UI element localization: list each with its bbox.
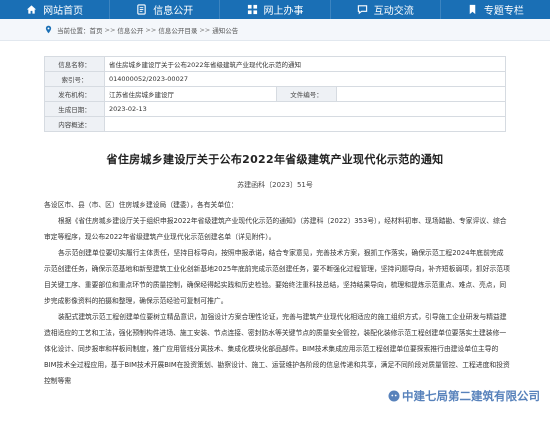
nav-item-services[interactable]: 网上办事 <box>220 0 331 19</box>
breadcrumb-separator: >> <box>104 25 116 34</box>
grid-icon <box>247 4 258 15</box>
document-icon <box>136 4 147 15</box>
nav-item-label: 专题专栏 <box>483 6 524 17</box>
location-icon <box>45 25 52 34</box>
label-date: 生成日期： <box>44 101 105 117</box>
value-publisher: 江苏省住房城乡建设厅 <box>104 86 277 102</box>
label-name: 信息名称： <box>44 56 105 72</box>
value-summary <box>104 116 506 132</box>
label-docno: 文件编号： <box>276 86 337 102</box>
top-nav: 网站首页 信息公开 网上办事 互动交流 专题专栏 <box>0 0 550 19</box>
breadcrumb-item-info[interactable]: 信息公开 <box>117 25 143 35</box>
nav-item-topics[interactable]: 专题专栏 <box>441 0 550 19</box>
breadcrumb-separator: >> <box>199 25 211 34</box>
breadcrumb: 当前位置： 首页 >> 信息公开 >> 信息公开目录 >> 通知公告 <box>0 19 550 41</box>
breadcrumb-separator: >> <box>145 25 157 34</box>
nav-item-label: 网上办事 <box>263 6 304 17</box>
breadcrumb-prefix: 当前位置： <box>57 26 90 35</box>
paragraph-2: 各示范创建单位要切实履行主体责任，坚持目标导向，按照申报承诺，结合专家意见，完善… <box>44 249 510 305</box>
nav-item-info[interactable]: 信息公开 <box>110 0 221 19</box>
nav-item-label: 信息公开 <box>153 6 194 17</box>
nav-item-interaction[interactable]: 互动交流 <box>331 0 441 19</box>
nav-item-label: 互动交流 <box>373 6 414 17</box>
home-icon <box>26 4 37 15</box>
page-title: 省住房城乡建设厅关于公布2022年省级建筑产业现代化示范的通知 <box>106 153 444 166</box>
chat-icon <box>357 4 368 15</box>
breadcrumb-item-notices[interactable]: 通知公告 <box>212 25 238 35</box>
value-docno <box>336 86 506 102</box>
value-name: 省住房城乡建设厅关于公布2022年省级建筑产业现代化示范的通知 <box>104 56 506 72</box>
label-publisher: 发布机构： <box>44 86 105 102</box>
wechat-logo-icon <box>388 390 400 402</box>
value-date: 2023-02-13 <box>104 101 506 117</box>
document-number: 苏建函科〔2023〕51号 <box>237 181 313 189</box>
paragraph-1: 根据《省住房城乡建设厅关于组织申报2022年省级建筑产业现代化示范的通知》（苏建… <box>44 217 507 241</box>
label-summary: 内容概述： <box>44 116 105 132</box>
nav-item-label: 网站首页 <box>43 6 84 17</box>
breadcrumb-item-home[interactable]: 首页 <box>90 25 103 35</box>
value-index: 014000052/2023-00027 <box>104 71 506 87</box>
label-index: 索引号： <box>44 71 105 87</box>
breadcrumb-item-catalog[interactable]: 信息公开目录 <box>158 25 197 35</box>
nav-item-home[interactable]: 网站首页 <box>0 0 111 19</box>
watermark: 中建七局第二建筑有限公司 <box>388 388 540 404</box>
paragraph-3: 装配式建筑示范工程创建单位要树立精品意识，加强设计方案合理性论证，完善与建筑产业… <box>44 313 510 385</box>
watermark-text: 中建七局第二建筑有限公司 <box>402 389 540 403</box>
info-table: 信息名称： 省住房城乡建设厅关于公布2022年省级建筑产业现代化示范的通知 索引… <box>44 56 506 132</box>
bookmark-icon <box>467 4 478 15</box>
salutation: 各设区市、县（市、区）住房城乡建设局（建委），各有关单位： <box>44 201 238 209</box>
article-body: 各设区市、县（市、区）住房城乡建设局（建委），各有关单位： 根据《省住房城乡建设… <box>44 197 510 389</box>
